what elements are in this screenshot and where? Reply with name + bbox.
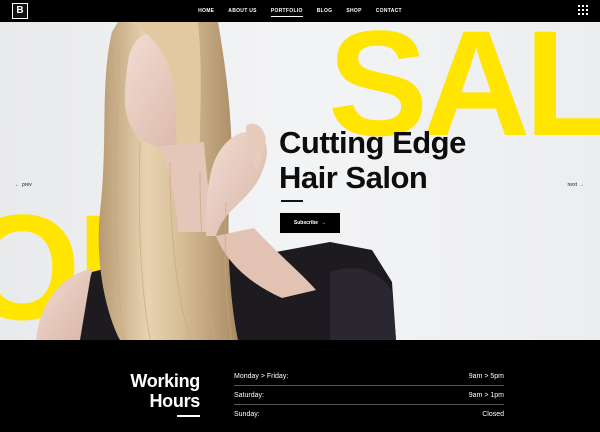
arrow-right-icon: → [579,182,584,188]
main-nav: HOME ABOUT US PORTFOLIO BLOG SHOP CONTAC… [0,0,600,22]
arrow-left-icon: ← [15,182,20,188]
hours-day: Sunday: [234,411,260,418]
arrow-right-icon: → [321,220,327,226]
next-label: next [567,182,577,188]
hours-title-line-2: Hours [149,391,200,411]
prev-slide-control[interactable]: ← prev [15,182,32,188]
hero-headline: Cutting Edge Hair Salon [279,125,466,195]
hours-row: Sunday: Closed [234,405,504,424]
hours-day: Monday > Friday: [234,373,289,380]
hours-row: Monday > Friday: 9am > 5pm [234,367,504,386]
hours-day: Saturday: [234,392,264,399]
headline-line-1: Cutting Edge [279,125,466,160]
nav-contact[interactable]: CONTACT [376,8,402,14]
nav-about-us[interactable]: ABOUT US [228,8,257,14]
hours-title-line-1: Working [130,371,200,391]
hours-time: Closed [482,411,504,418]
hours-time: 9am > 1pm [468,392,504,399]
nav-portfolio[interactable]: PORTFOLIO [270,8,303,17]
subscribe-label: Subscribe [293,220,319,226]
hero-slider: SAL ON [0,22,600,340]
working-hours-section: Working Hours Monday > Friday: 9am > 5pm… [0,340,600,432]
headline-line-2: Hair Salon [279,160,428,195]
hours-table: Monday > Friday: 9am > 5pm Saturday: 9am… [234,367,504,424]
hours-row: Saturday: 9am > 1pm [234,386,504,405]
nav-blog[interactable]: BLOG [317,8,333,14]
working-hours-title: Working Hours [120,371,200,411]
subscribe-button[interactable]: Subscribe → [280,213,340,233]
nav-home[interactable]: HOME [198,8,214,14]
hours-time: 9am > 5pm [468,373,504,380]
next-slide-control[interactable]: next → [568,182,584,188]
nav-shop[interactable]: SHOP [346,8,361,14]
headline-divider [281,200,303,202]
top-navigation-bar: B HOME ABOUT US PORTFOLIO BLOG SHOP CONT… [0,0,600,22]
prev-label: prev [22,182,32,188]
grid-menu-icon[interactable] [578,5,588,15]
hours-divider [177,415,200,417]
